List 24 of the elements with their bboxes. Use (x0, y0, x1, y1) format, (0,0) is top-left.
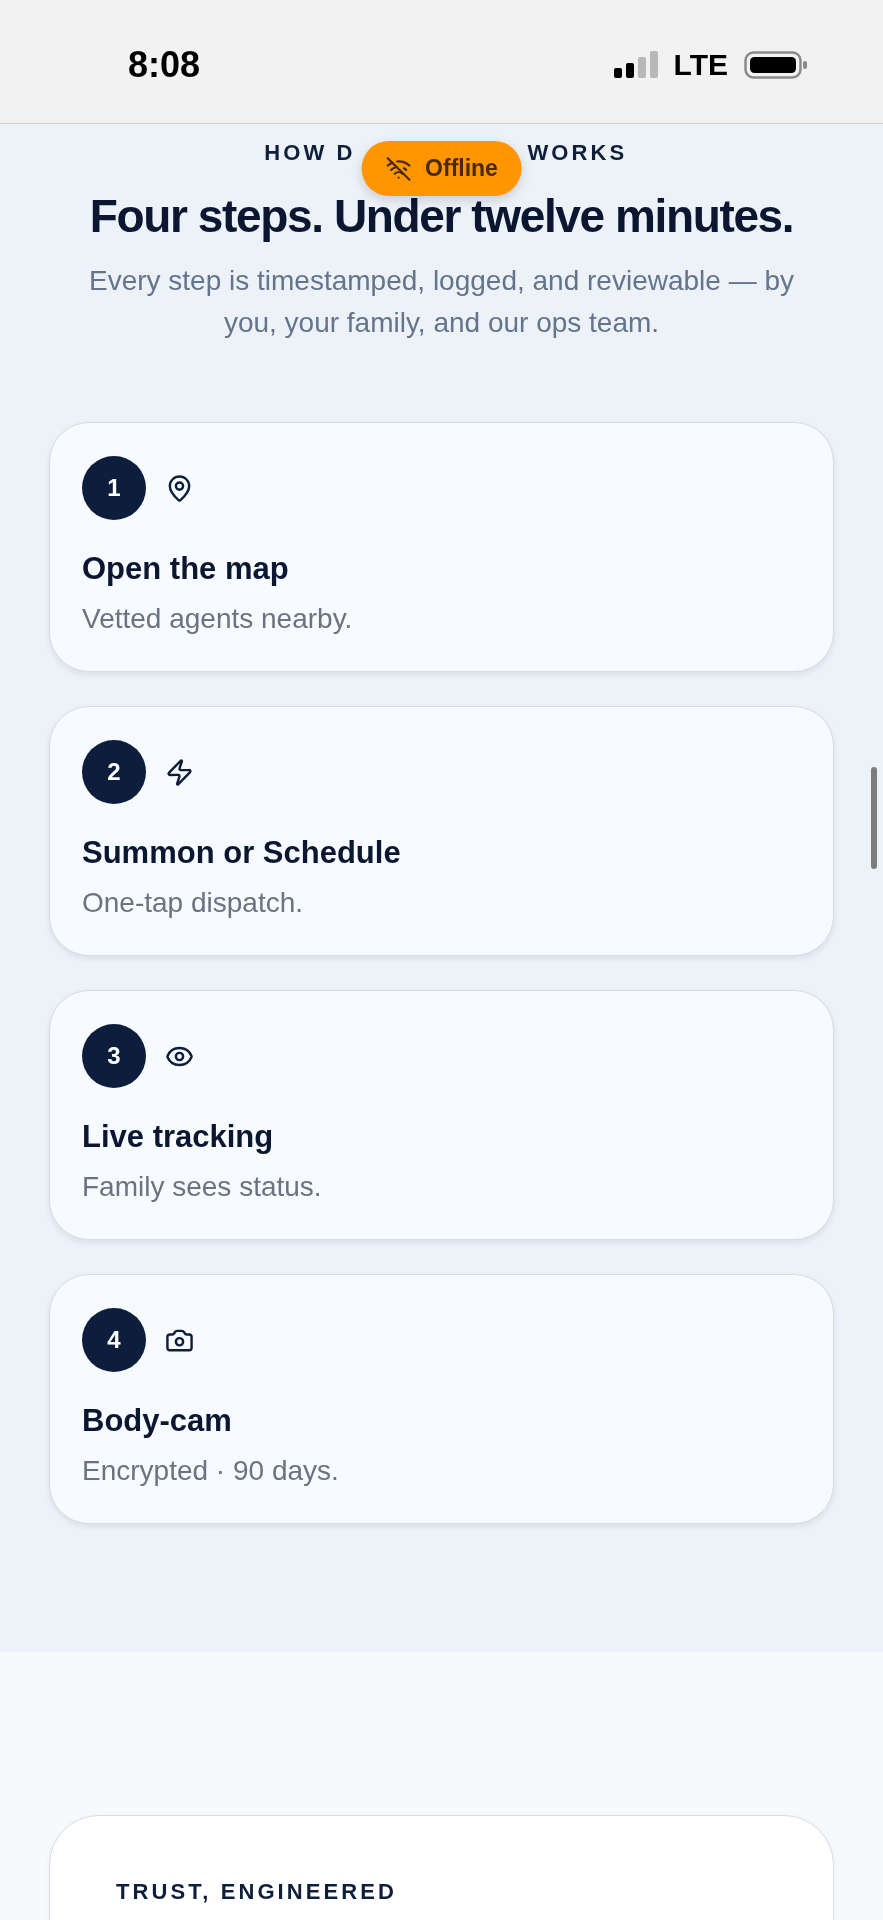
status-time: 8:08 (128, 46, 201, 83)
wifi-off-icon (385, 155, 412, 182)
step-number: 3 (82, 1024, 146, 1088)
step-title: Body-cam (82, 1402, 233, 1440)
section-heading: Four steps. Under twelve minutes. (89, 189, 794, 243)
offline-label: Offline (425, 157, 498, 180)
trust-eyebrow: TRUST, ENGINEERED (116, 1879, 397, 1904)
section-subtitle: Every step is timestamped, logged, and reviewable — by you, your family, and our ops team. (88, 264, 795, 340)
step-title: Summon or Schedule (82, 834, 402, 872)
step-title: Live tracking (82, 1118, 275, 1156)
signal-icon (613, 51, 658, 78)
lightning-bolt-icon (165, 757, 194, 787)
section-eyebrow: HOW D (264, 139, 356, 167)
step-number: 2 (82, 740, 146, 804)
step-description: Vetted agents nearby. (82, 602, 354, 636)
section-eyebrow: WORKS (527, 139, 628, 167)
step-number: 4 (82, 1308, 146, 1372)
network-label: LTE (673, 49, 728, 80)
step-description: Family sees status. (82, 1170, 323, 1204)
battery-icon (744, 50, 807, 79)
step-title: Open the map (82, 550, 290, 588)
step-number: 1 (82, 456, 146, 520)
step-description: One-tap dispatch. (82, 886, 305, 920)
step-description: Encrypted · 90 days. (82, 1454, 340, 1488)
